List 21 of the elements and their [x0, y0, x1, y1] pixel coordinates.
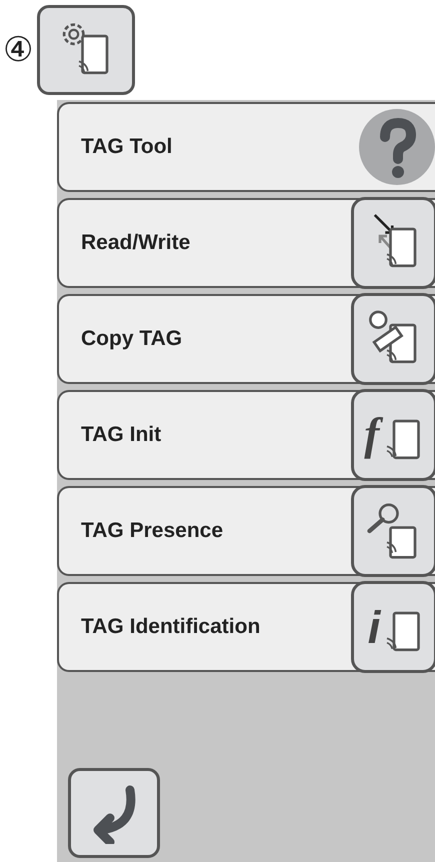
- tool-icon-button[interactable]: [351, 293, 435, 385]
- menu-item-label: Copy TAG: [80, 326, 182, 352]
- tool-icon-button[interactable]: f: [351, 389, 435, 481]
- menu-item-label: TAG Identification: [80, 614, 260, 640]
- menu-item[interactable]: Read/Write: [57, 198, 435, 288]
- tool-icon-button[interactable]: [351, 197, 435, 289]
- tool-icon-button[interactable]: i: [351, 581, 435, 673]
- menu-item-label: TAG Tool: [80, 134, 172, 160]
- menu-item[interactable]: TAG Tool: [57, 102, 435, 192]
- menu-item[interactable]: TAG Identification i: [57, 582, 435, 672]
- menu-item-label: Read/Write: [80, 230, 190, 256]
- menu-item[interactable]: TAG Init f: [57, 390, 435, 480]
- step-number: ④: [3, 33, 33, 67]
- menu-item[interactable]: Copy TAG: [57, 294, 435, 384]
- back-button[interactable]: [68, 768, 160, 858]
- menu-item[interactable]: TAG Presence: [57, 486, 435, 576]
- tool-icon-button[interactable]: [351, 485, 435, 577]
- menu-item-label: TAG Presence: [80, 518, 224, 544]
- help-icon[interactable]: [359, 109, 435, 185]
- tag-tool-button[interactable]: [37, 5, 135, 95]
- menu-item-label: TAG Init: [80, 422, 162, 448]
